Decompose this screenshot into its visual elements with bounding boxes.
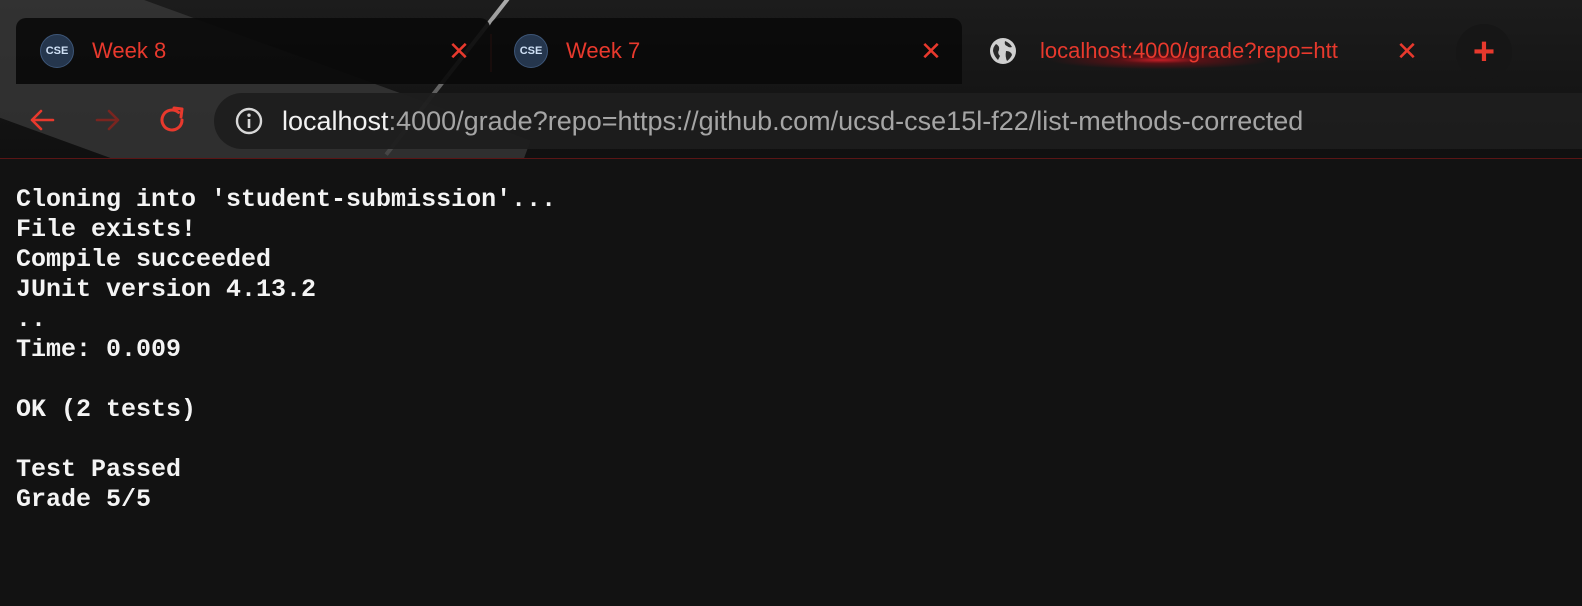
new-tab-button[interactable]: + — [1456, 24, 1512, 80]
forward-button[interactable] — [88, 100, 128, 140]
output-line: Grade 5/5 — [16, 485, 152, 514]
tab-close-icon[interactable]: ✕ — [918, 38, 944, 64]
cse-favicon-icon: CSE — [514, 34, 548, 68]
tab-localhost-grade[interactable]: localhost:4000/grade?repo=htt ✕ — [964, 18, 1438, 84]
reload-button[interactable] — [152, 100, 192, 140]
back-button[interactable] — [22, 100, 62, 140]
output-line: File exists! — [16, 215, 197, 244]
output-line: .. — [16, 305, 47, 334]
arrow-left-icon — [30, 109, 55, 131]
browser-chrome: CSE Week 8 ✕ CSE Week 7 ✕ localhost:4000… — [0, 0, 1582, 159]
url-path: :4000/grade?repo=https://github.com/ucsd… — [388, 105, 1304, 136]
tab-week-7[interactable]: CSE Week 7 ✕ — [490, 18, 962, 84]
reload-icon — [160, 106, 184, 132]
output-line: JUnit version 4.13.2 — [16, 275, 317, 304]
output-line: Test Passed — [16, 455, 182, 484]
globe-icon — [990, 38, 1016, 64]
output-line: OK (2 tests) — [16, 395, 197, 424]
output-line: Cloning into 'student-submission'... — [16, 185, 557, 214]
info-icon[interactable] — [234, 106, 264, 136]
tab-title: Week 8 — [92, 38, 167, 63]
cse-favicon-icon: CSE — [40, 34, 74, 68]
output-line: Time: 0.009 — [16, 335, 182, 364]
tab-week-8[interactable]: CSE Week 8 ✕ — [16, 18, 490, 84]
tab-close-icon[interactable]: ✕ — [446, 38, 472, 64]
address-url[interactable]: localhost:4000/grade?repo=https://github… — [282, 106, 1303, 137]
arrow-right-icon — [95, 109, 120, 131]
tab-close-icon[interactable]: ✕ — [1394, 38, 1420, 64]
url-host: localhost — [282, 105, 389, 136]
output-line: Compile succeeded — [16, 245, 272, 274]
address-bar[interactable]: localhost:4000/grade?repo=https://github… — [214, 93, 1582, 149]
tab-title: localhost:4000/grade?repo=htt — [1040, 38, 1338, 63]
page-output: Cloning into 'student-submission'... Fil… — [0, 159, 1582, 515]
tab-title: Week 7 — [566, 38, 641, 63]
